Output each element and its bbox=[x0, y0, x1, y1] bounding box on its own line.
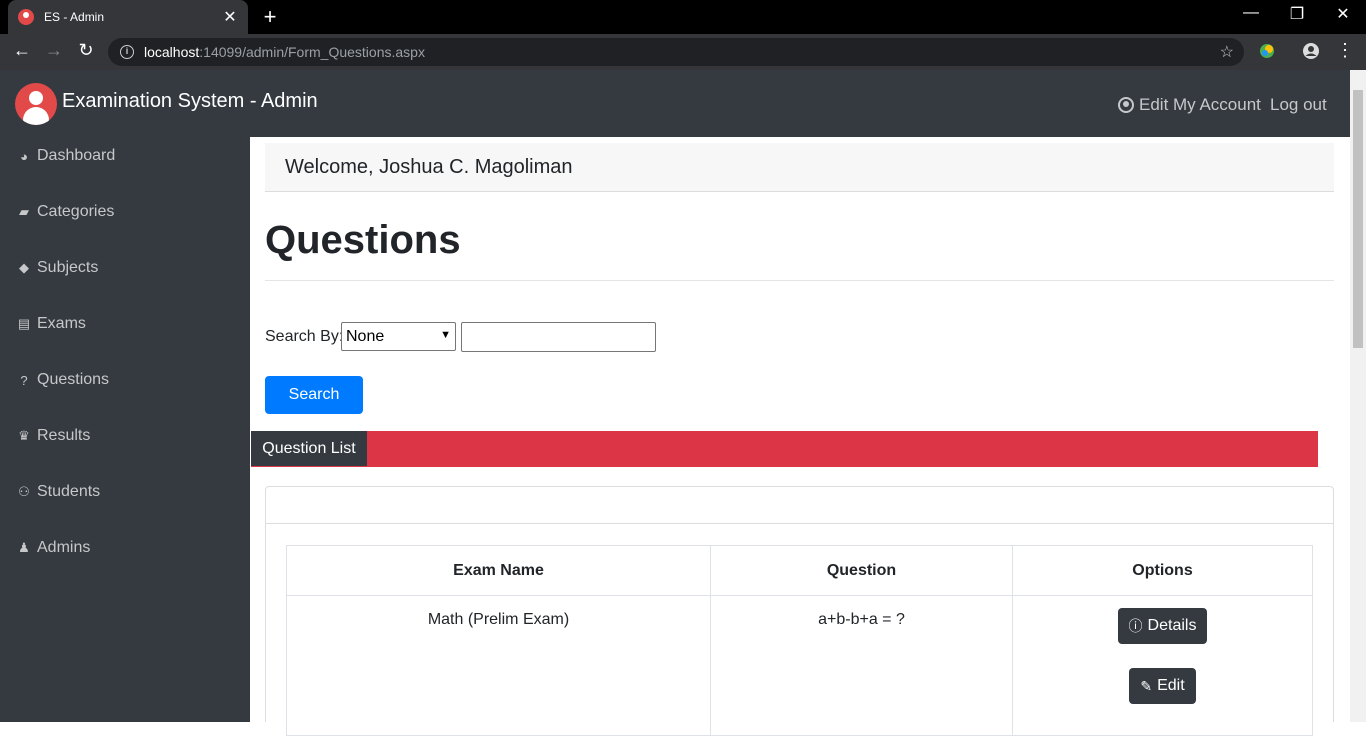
card-header bbox=[265, 486, 1334, 524]
sidebar-item-label: Results bbox=[37, 427, 91, 444]
bookmark-star-icon[interactable]: ☆ bbox=[1220, 42, 1234, 62]
cell-exam-name: Math (Prelim Exam) bbox=[286, 595, 711, 736]
new-tab-icon[interactable]: + bbox=[258, 4, 282, 30]
app-header: Examination System - Admin Edit My Accou… bbox=[0, 70, 1350, 137]
welcome-banner: Welcome, Joshua C. Magoliman bbox=[265, 143, 1334, 192]
favicon-icon bbox=[18, 9, 34, 25]
table-header-row: Exam Name Question Options bbox=[286, 545, 1313, 596]
trophy-icon: ♛ bbox=[18, 428, 30, 443]
cell-question: a+b-b+a = ? bbox=[710, 595, 1013, 736]
sidebar-item-admins[interactable]: ♟ Admins bbox=[16, 536, 90, 560]
profile-icon[interactable] bbox=[1302, 42, 1320, 60]
details-button[interactable]: ⓘ Details bbox=[1117, 608, 1208, 644]
question-list-bar bbox=[251, 431, 1318, 467]
dashboard-icon: ◕ bbox=[20, 148, 28, 164]
folder-icon: ▰ bbox=[19, 204, 29, 219]
edit-icon: ✎ bbox=[1140, 677, 1153, 694]
search-by-label: Search By: bbox=[265, 328, 344, 345]
sidebar-item-label: Dashboard bbox=[37, 147, 116, 164]
edit-account-label: Edit My Account bbox=[1139, 95, 1261, 114]
sidebar-item-results[interactable]: ♛ Results bbox=[16, 424, 90, 448]
sidebar: ◕ Dashboard ▰ Categories ◆ Subjects ▤ Ex… bbox=[0, 137, 250, 722]
user-secret-icon: ♟ bbox=[18, 540, 30, 555]
logo bbox=[15, 83, 57, 125]
search-by-selected: None bbox=[346, 327, 385, 345]
url-path: :14099/admin/Form_Questions.aspx bbox=[199, 44, 425, 60]
book-icon: ▤ bbox=[17, 316, 31, 331]
sidebar-item-label: Students bbox=[37, 483, 101, 500]
sidebar-item-label: Questions bbox=[37, 371, 110, 388]
column-header-options: Options bbox=[1012, 545, 1313, 596]
title-divider bbox=[265, 280, 1334, 281]
address-bar[interactable]: i localhost :14099/admin/Form_Questions.… bbox=[108, 38, 1244, 66]
info-icon[interactable]: i bbox=[120, 45, 134, 59]
sidebar-item-categories[interactable]: ▰ Categories bbox=[16, 200, 114, 224]
restore-icon[interactable]: ❐ bbox=[1282, 4, 1312, 24]
sidebar-item-label: Exams bbox=[37, 315, 86, 332]
details-label: Details bbox=[1147, 617, 1197, 634]
question-list-tag: Question List bbox=[251, 431, 367, 466]
sidebar-item-exams[interactable]: ▤ Exams bbox=[16, 312, 86, 336]
url-host: localhost bbox=[144, 44, 200, 60]
browser-tab-bar: ES - Admin ✕ + — ❐ ✕ bbox=[0, 0, 1366, 34]
question-circle-icon: ? bbox=[20, 372, 28, 388]
back-icon[interactable]: ← bbox=[10, 40, 34, 61]
extension-icon[interactable] bbox=[1258, 42, 1276, 60]
users-icon: ⚇ bbox=[18, 484, 30, 499]
sidebar-item-label: Categories bbox=[37, 203, 115, 220]
page-title: Questions bbox=[265, 218, 461, 262]
sidebar-item-questions[interactable]: ? Questions bbox=[16, 368, 109, 392]
tag-icon: ◆ bbox=[19, 260, 29, 275]
page-scrollbar[interactable] bbox=[1350, 70, 1366, 722]
table-row: Math (Prelim Exam) a+b-b+a = ? ⓘ Details… bbox=[286, 595, 1313, 736]
scrollbar-thumb[interactable] bbox=[1353, 90, 1363, 348]
edit-account-link[interactable]: Edit My Account bbox=[1118, 95, 1261, 115]
sidebar-item-label: Admins bbox=[37, 539, 91, 556]
edit-label: Edit bbox=[1157, 677, 1185, 694]
close-tab-icon[interactable]: ✕ bbox=[222, 7, 238, 27]
column-header-exam-name: Exam Name bbox=[286, 545, 711, 596]
sidebar-item-dashboard[interactable]: ◕ Dashboard bbox=[16, 144, 115, 168]
sidebar-item-subjects[interactable]: ◆ Subjects bbox=[16, 256, 98, 280]
user-circle-icon bbox=[1118, 97, 1134, 113]
edit-button[interactable]: ✎ Edit bbox=[1129, 668, 1196, 704]
search-input[interactable] bbox=[461, 322, 656, 352]
info-circle-icon: ⓘ bbox=[1128, 618, 1143, 634]
search-button[interactable]: Search bbox=[265, 376, 363, 414]
column-header-question: Question bbox=[710, 545, 1013, 596]
reload-icon[interactable]: ↻ bbox=[74, 40, 98, 61]
forward-icon[interactable]: → bbox=[42, 40, 66, 61]
browser-toolbar: ← → ↻ i localhost :14099/admin/Form_Ques… bbox=[0, 34, 1366, 70]
logout-link[interactable]: Log out bbox=[1270, 95, 1327, 115]
sidebar-item-students[interactable]: ⚇ Students bbox=[16, 480, 100, 504]
minimize-icon[interactable]: — bbox=[1236, 4, 1266, 22]
cell-options: ⓘ Details ✎ Edit bbox=[1012, 595, 1313, 736]
search-by-select[interactable]: None ▼ bbox=[341, 322, 456, 351]
menu-icon[interactable]: ⋮ bbox=[1333, 40, 1357, 61]
sidebar-item-label: Subjects bbox=[37, 259, 99, 276]
browser-tab[interactable]: ES - Admin ✕ bbox=[8, 0, 248, 34]
tab-title: ES - Admin bbox=[44, 10, 105, 24]
brand-title[interactable]: Examination System - Admin bbox=[62, 90, 318, 113]
chevron-down-icon: ▼ bbox=[440, 329, 451, 341]
questions-table: Exam Name Question Options Math (Prelim … bbox=[286, 545, 1313, 736]
close-window-icon[interactable]: ✕ bbox=[1328, 4, 1358, 24]
